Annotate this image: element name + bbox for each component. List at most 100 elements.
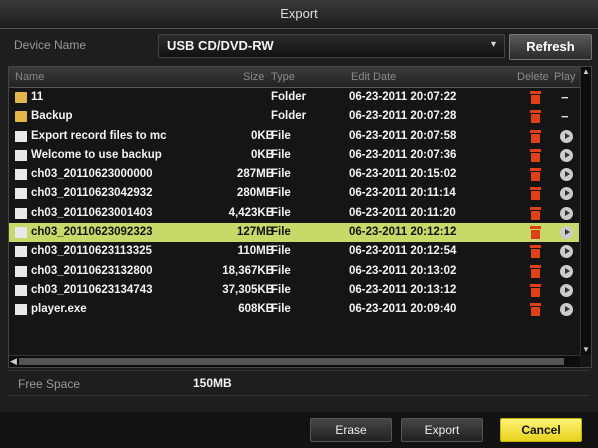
table-row[interactable]: Welcome to use backup 0KB File 06-23-2011 2…	[9, 146, 579, 165]
table-row[interactable]: Backup Folder 06-23-2011 20:07:28 −	[9, 107, 579, 126]
play-icon[interactable]	[560, 283, 573, 297]
cell-name: Welcome to use backup	[31, 148, 162, 161]
free-space-label: Free Space	[18, 377, 81, 391]
table-row[interactable]: player.exe 608KB File 06-23-2011 20:09:40	[9, 300, 579, 319]
table-row[interactable]: ch03_20110623134743 37,305KB File 06-23-201…	[9, 281, 579, 300]
table-row[interactable]: ch03_20110623042932 280MB File 06-23-2011 2…	[9, 184, 579, 203]
vertical-scrollbar[interactable]: ▲ ▼	[580, 67, 591, 355]
cell-date: 06-23-2011 20:12:12	[349, 226, 457, 239]
button-bar: Erase Export Cancel	[0, 412, 598, 448]
cell-date: 06-23-2011 20:07:58	[349, 129, 457, 142]
device-select[interactable]: USB CD/DVD-RW ▾	[158, 34, 505, 58]
play-icon[interactable]	[560, 148, 573, 162]
cell-name: Export record files to mc	[31, 129, 167, 142]
trash-icon[interactable]	[530, 303, 541, 317]
free-space-row: Free Space 150MB	[8, 370, 590, 396]
trash-icon[interactable]	[530, 110, 541, 124]
cell-name: ch03_20110623042932	[31, 187, 153, 200]
col-date-header[interactable]: Edit Date	[351, 71, 396, 83]
file-icon	[15, 265, 27, 277]
col-name-header[interactable]: Name	[15, 71, 44, 83]
trash-icon[interactable]	[530, 187, 541, 201]
col-delete-header[interactable]: Delete	[517, 71, 549, 83]
export-button[interactable]: Export	[401, 418, 483, 442]
folder-icon	[15, 92, 27, 103]
table-row[interactable]: ch03_20110623001403 4,423KB File 06-23-2011…	[9, 204, 579, 223]
cell-date: 06-23-2011 20:11:20	[349, 206, 456, 219]
trash-icon[interactable]	[530, 129, 541, 143]
cell-date: 06-23-2011 20:09:40	[349, 303, 457, 316]
trash-icon[interactable]	[530, 168, 541, 182]
file-icon	[15, 169, 27, 181]
col-type-header[interactable]: Type	[271, 71, 295, 83]
file-icon	[15, 284, 27, 296]
play-icon[interactable]	[560, 129, 573, 143]
cell-size: 18,367KB	[222, 264, 274, 277]
device-select-value: USB CD/DVD-RW	[167, 38, 274, 53]
table-row[interactable]: ch03_20110623000000 287MB File 06-23-2011 2…	[9, 165, 579, 184]
cell-size: 608KB	[238, 303, 274, 316]
cell-type: File	[271, 148, 291, 161]
trash-icon[interactable]	[530, 283, 541, 297]
play-icon[interactable]	[560, 303, 573, 317]
file-table: Name Size Type Edit Date Delete Play 11 F…	[8, 66, 592, 368]
no-play-icon: −	[561, 109, 569, 125]
cell-name: Backup	[31, 110, 73, 123]
refresh-button[interactable]: Refresh	[509, 34, 592, 60]
cell-type: File	[271, 206, 291, 219]
trash-icon[interactable]	[530, 264, 541, 278]
chevron-down-icon: ▾	[490, 39, 496, 50]
cancel-button[interactable]: Cancel	[500, 418, 582, 442]
cell-name: ch03_20110623092323	[31, 226, 153, 239]
no-play-icon: −	[561, 90, 569, 105]
table-row[interactable]: 11 Folder 06-23-2011 20:07:22 −	[9, 88, 579, 107]
cell-date: 06-23-2011 20:13:12	[349, 283, 457, 296]
trash-icon[interactable]	[530, 91, 541, 104]
cell-date: 06-23-2011 20:15:02	[349, 168, 457, 181]
play-icon[interactable]	[560, 187, 573, 201]
play-icon[interactable]	[560, 264, 573, 278]
table-row[interactable]: ch03_20110623092323 127MB File 06-23-2011 2…	[9, 223, 579, 243]
export-dialog: Export Device Name USB CD/DVD-RW ▾ Refre…	[0, 0, 598, 448]
table-row[interactable]: ch03_20110623113325 110MB File 06-23-2011 2…	[9, 242, 579, 261]
play-icon[interactable]	[560, 206, 573, 220]
cell-size: 287MB	[236, 168, 274, 181]
cell-type: File	[271, 168, 291, 181]
trash-icon[interactable]	[530, 148, 541, 162]
trash-icon[interactable]	[530, 245, 541, 259]
trash-icon[interactable]	[530, 226, 541, 240]
table-header: Name Size Type Edit Date Delete Play	[9, 67, 591, 88]
play-icon[interactable]	[560, 245, 573, 259]
cell-type: File	[271, 129, 291, 142]
cell-type: File	[271, 264, 291, 277]
col-play-header[interactable]: Play	[554, 71, 580, 83]
erase-button[interactable]: Erase	[310, 418, 392, 442]
cell-date: 06-23-2011 20:11:14	[349, 187, 456, 200]
horizontal-scrollbar[interactable]: ◀	[9, 355, 580, 367]
dialog-title: Export	[0, 0, 598, 29]
horizontal-scroll-thumb[interactable]	[19, 358, 564, 365]
cell-type: File	[271, 187, 291, 200]
cell-size: 4,423KB	[228, 206, 274, 219]
device-row: Device Name USB CD/DVD-RW ▾ Refresh	[8, 32, 592, 60]
cell-date: 06-23-2011 20:07:28	[349, 110, 457, 123]
trash-icon[interactable]	[530, 206, 541, 220]
cell-name: ch03_20110623001403	[31, 206, 153, 219]
cell-name: ch03_20110623134743	[31, 283, 153, 296]
table-row[interactable]: ch03_20110623132800 18,367KB File 06-23-201…	[9, 262, 579, 281]
cell-date: 06-23-2011 20:12:54	[349, 245, 457, 258]
col-size-header[interactable]: Size	[243, 71, 264, 83]
cell-type: File	[271, 226, 291, 239]
play-icon[interactable]	[560, 226, 573, 240]
scroll-up-icon[interactable]: ▲	[581, 67, 591, 77]
cell-date: 06-23-2011 20:13:02	[349, 264, 457, 277]
scroll-down-icon[interactable]: ▼	[581, 345, 591, 355]
table-row[interactable]: Export record files to mc 0KB File 06-23-20…	[9, 127, 579, 146]
cell-type: File	[271, 283, 291, 296]
file-icon	[15, 130, 27, 142]
play-icon[interactable]	[560, 168, 573, 182]
scroll-left-icon[interactable]: ◀	[10, 356, 17, 367]
table-rows: 11 Folder 06-23-2011 20:07:22 − Backup Folder…	[9, 88, 579, 320]
cell-date: 06-23-2011 20:07:22	[349, 91, 457, 103]
file-icon	[15, 188, 27, 200]
